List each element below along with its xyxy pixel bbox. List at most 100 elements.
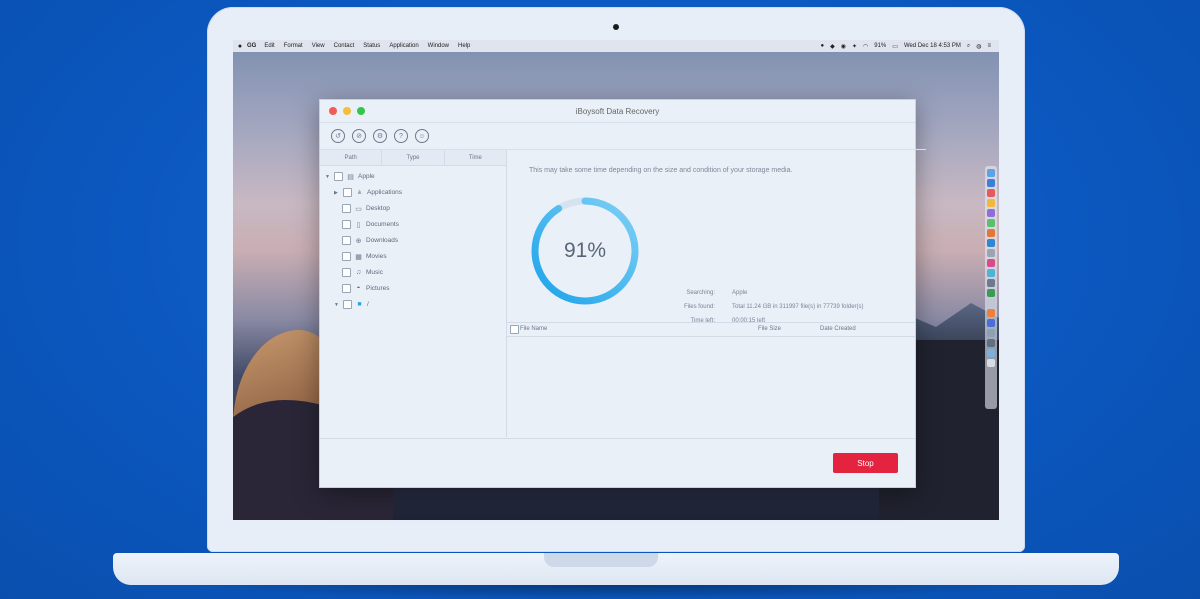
tree-item-documents[interactable]: ▯ Documents bbox=[342, 218, 399, 231]
recover-icon[interactable]: ↺ bbox=[331, 129, 345, 143]
dock bbox=[985, 166, 997, 409]
dock-app-icon[interactable] bbox=[987, 289, 995, 297]
results-tree-pane: Path Type Time ▼ ▤ Apple ▶ ⩓ Application… bbox=[320, 150, 507, 437]
dock-app-icon[interactable] bbox=[987, 179, 995, 187]
menu-status[interactable]: Status bbox=[363, 43, 380, 49]
menu-format[interactable]: Format bbox=[284, 43, 303, 49]
downloads-icon: ⊕ bbox=[355, 237, 362, 245]
app-toolbar: ↺ ⊘ ⚙ ? ☺ bbox=[320, 123, 926, 150]
window-title: iBoysoft Data Recovery bbox=[575, 106, 660, 116]
dock-app-icon[interactable] bbox=[987, 249, 995, 257]
help-icon[interactable]: ? bbox=[394, 129, 408, 143]
notification-center-icon[interactable]: ≡ bbox=[987, 43, 991, 49]
tree-item-root[interactable]: ▼ ■ / bbox=[334, 298, 369, 311]
window-titlebar[interactable]: iBoysoft Data Recovery bbox=[320, 100, 915, 123]
searching-value: Apple bbox=[732, 290, 748, 296]
tree-item-movies[interactable]: ▦ Movies bbox=[342, 250, 387, 263]
column-type[interactable]: Type bbox=[382, 150, 445, 165]
search-icon[interactable]: ⌕ bbox=[967, 43, 970, 50]
column-time[interactable]: Time bbox=[445, 150, 506, 165]
checkbox[interactable] bbox=[342, 252, 351, 261]
tree-item-desktop[interactable]: ▭ Desktop bbox=[342, 202, 390, 215]
menu-application[interactable]: Application bbox=[389, 43, 418, 49]
status-icon-4[interactable]: ✦ bbox=[852, 43, 857, 50]
scan-icon[interactable]: ⊘ bbox=[352, 129, 366, 143]
menubar-app-name[interactable]: GG bbox=[247, 43, 256, 49]
checkbox[interactable] bbox=[342, 204, 351, 213]
tree-item-music[interactable]: ♫ Music bbox=[342, 266, 383, 279]
checkbox[interactable] bbox=[342, 268, 351, 277]
checkbox[interactable] bbox=[343, 300, 352, 309]
column-date-created[interactable]: Date Created bbox=[820, 326, 856, 332]
dock-app-icon[interactable] bbox=[987, 279, 995, 287]
app-window: iBoysoft Data Recovery ↺ ⊘ ⚙ ? ☺ Path Ty… bbox=[319, 99, 926, 488]
menu-help[interactable]: Help bbox=[458, 43, 470, 49]
dock-app-icon[interactable] bbox=[987, 189, 995, 197]
laptop-shadow bbox=[180, 585, 1050, 599]
close-window-button[interactable] bbox=[329, 107, 337, 115]
tree-item-label: Movies bbox=[366, 253, 387, 260]
stop-button[interactable]: Stop bbox=[833, 453, 898, 473]
checkbox[interactable] bbox=[334, 172, 343, 181]
tree-item-label: Downloads bbox=[366, 237, 399, 244]
dock-app-icon[interactable] bbox=[987, 299, 995, 307]
battery-percent[interactable]: 91% bbox=[874, 43, 886, 49]
dock-app-icon[interactable] bbox=[987, 169, 995, 177]
checkbox[interactable] bbox=[342, 220, 351, 229]
menu-contact[interactable]: Contact bbox=[334, 43, 355, 49]
expand-arrow-icon[interactable]: ▼ bbox=[325, 174, 331, 180]
menu-edit[interactable]: Edit bbox=[264, 43, 274, 49]
tree-item-label: Pictures bbox=[366, 285, 390, 292]
dock-app-icon[interactable] bbox=[987, 239, 995, 247]
settings-icon[interactable]: ⚙ bbox=[373, 129, 387, 143]
checkbox[interactable] bbox=[343, 188, 352, 197]
column-file-size[interactable]: File Size bbox=[758, 326, 781, 332]
tree-item-pictures[interactable]: ◓ Pictures bbox=[342, 282, 389, 295]
tree-item-downloads[interactable]: ⊕ Downloads bbox=[342, 234, 398, 247]
menubar-clock[interactable]: Wed Dec 18 4:53 PM bbox=[904, 43, 961, 49]
siri-icon[interactable]: ◍ bbox=[976, 43, 981, 50]
dock-app-icon[interactable] bbox=[987, 199, 995, 207]
dock-app-icon[interactable] bbox=[987, 329, 995, 337]
dock-app-icon[interactable] bbox=[987, 319, 995, 327]
dock-app-icon[interactable] bbox=[987, 209, 995, 217]
tree-item-label: Desktop bbox=[366, 205, 390, 212]
wifi-icon[interactable]: ◠ bbox=[863, 43, 868, 50]
checkbox[interactable] bbox=[342, 236, 351, 245]
dock-app-icon[interactable] bbox=[987, 229, 995, 237]
movies-icon: ▦ bbox=[355, 253, 362, 261]
menubar-status-area: ● ◆ ◉ ✦ ◠ 91% ▭ Wed Dec 18 4:53 PM ⌕ ◍ ≡ bbox=[820, 40, 991, 52]
zoom-window-button[interactable] bbox=[357, 107, 365, 115]
dock-app-icon[interactable] bbox=[987, 339, 995, 347]
dock-app-icon[interactable] bbox=[987, 349, 995, 357]
tree-item-label: Applications bbox=[367, 189, 403, 196]
status-icon-1[interactable]: ● bbox=[820, 43, 824, 49]
dock-app-icon[interactable] bbox=[987, 259, 995, 267]
macos-menubar: ● GG Edit Format View Contact Status App… bbox=[233, 40, 999, 52]
files-found-value: Total 11.24 GB in 311997 file(s) in 7773… bbox=[732, 304, 864, 310]
status-icon-3[interactable]: ◉ bbox=[841, 43, 846, 50]
battery-icon[interactable]: ▭ bbox=[892, 43, 898, 50]
apple-menu-icon[interactable]: ● bbox=[233, 43, 247, 50]
select-all-checkbox[interactable] bbox=[510, 325, 519, 334]
tree-item-applications[interactable]: ▶ ⩓ Applications bbox=[334, 186, 402, 199]
status-icon-2[interactable]: ◆ bbox=[830, 43, 835, 50]
menu-window[interactable]: Window bbox=[428, 43, 449, 49]
checkbox[interactable] bbox=[342, 284, 351, 293]
dock-app-icon[interactable] bbox=[987, 309, 995, 317]
laptop-notch bbox=[544, 553, 658, 567]
dock-app-icon[interactable] bbox=[987, 269, 995, 277]
minimize-window-button[interactable] bbox=[343, 107, 351, 115]
tree-item-apple[interactable]: ▼ ▤ Apple bbox=[325, 170, 375, 183]
window-footer: Stop bbox=[320, 438, 915, 488]
trash-icon[interactable] bbox=[987, 359, 995, 367]
column-path[interactable]: Path bbox=[320, 150, 383, 165]
expand-arrow-icon[interactable]: ▶ bbox=[334, 190, 340, 196]
feedback-icon[interactable]: ☺ bbox=[415, 129, 429, 143]
files-found-label: Files found: bbox=[683, 304, 715, 310]
column-file-name[interactable]: File Name bbox=[520, 326, 547, 332]
tree-item-label: Music bbox=[366, 269, 383, 276]
dock-app-icon[interactable] bbox=[987, 219, 995, 227]
expand-arrow-icon[interactable]: ▼ bbox=[334, 302, 340, 308]
menu-view[interactable]: View bbox=[312, 43, 325, 49]
